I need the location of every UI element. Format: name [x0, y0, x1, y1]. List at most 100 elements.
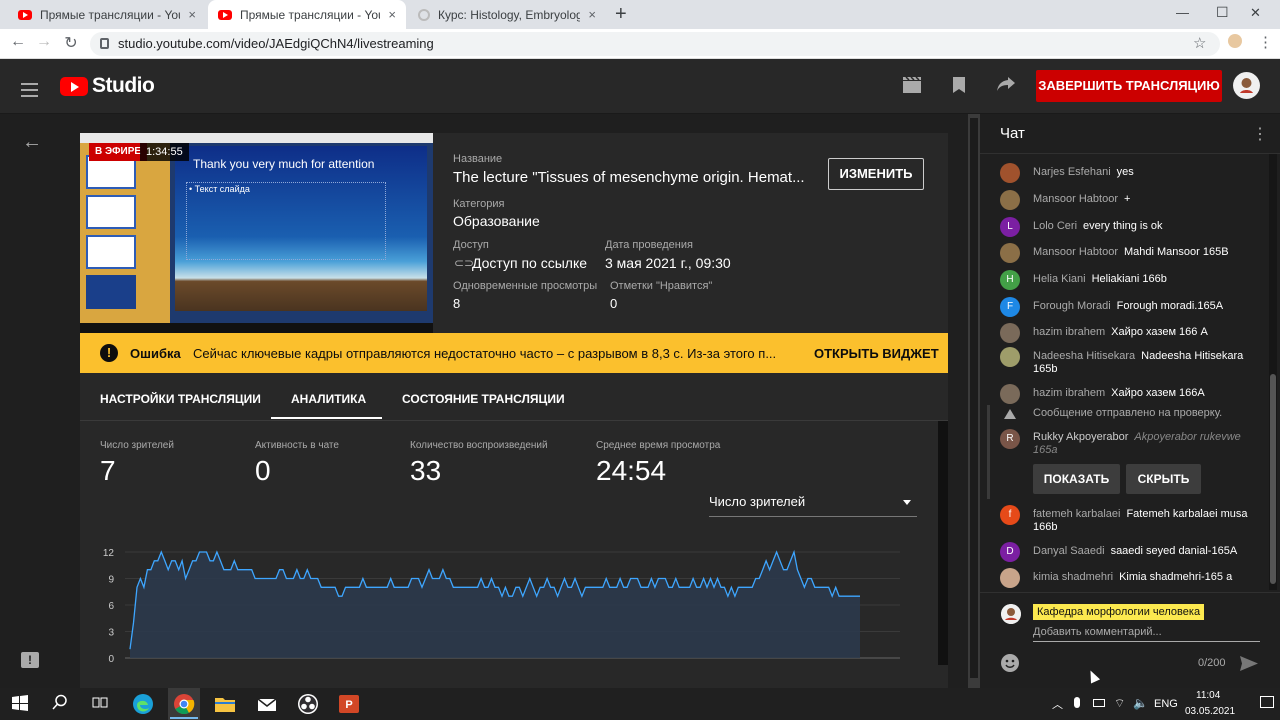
back-arrow-icon[interactable]: ←	[8, 33, 28, 51]
browser-tab-title: Курс: Histology, Embryology, Cyt	[438, 7, 581, 22]
input-underline	[1033, 641, 1260, 642]
microphone-icon[interactable]	[1074, 697, 1080, 708]
maximize-button[interactable]: ☐	[1216, 4, 1229, 21]
tab-stream-settings[interactable]: НАСТРОЙКИ ТРАНСЛЯЦИИ	[100, 392, 261, 406]
clock-date[interactable]: 03.05.2021	[1185, 706, 1235, 717]
new-tab-button[interactable]: +	[615, 3, 627, 26]
held-message: R Rukky Akpoyerabor Akpoyerabor rukevwe 1…	[1000, 428, 1260, 457]
address-bar[interactable]: studio.youtube.com/video/JAEdgiQChN4/liv…	[90, 32, 1220, 56]
avatar: f	[1000, 505, 1020, 525]
comment-input[interactable]: Добавить комментарий...	[1033, 626, 1162, 638]
browser-tab-2[interactable]: Прямые трансляции - YouTube ×	[208, 0, 406, 29]
tab-analytics[interactable]: АНАЛИТИКА	[291, 392, 366, 406]
avatar: D	[1000, 542, 1020, 562]
chat-message: D Danyal Saaedi saaedi seyed danial-165A	[1000, 542, 1260, 562]
author-name: Rukky Akpoyerabor	[1033, 431, 1129, 443]
analytics-scrollbar[interactable]	[938, 421, 948, 665]
chat-scrollbar[interactable]	[1269, 154, 1277, 590]
mail-icon[interactable]	[256, 693, 278, 715]
browser-menu-icon[interactable]: ⋮	[1258, 33, 1273, 51]
category-value: Образование	[453, 213, 540, 229]
edit-button[interactable]: ИЗМЕНИТЬ	[828, 158, 924, 190]
task-view-icon[interactable]	[92, 695, 108, 716]
account-avatar[interactable]	[1233, 72, 1260, 99]
language-indicator[interactable]: ENG	[1154, 698, 1178, 710]
stream-title: The lecture "Tissues of mesenchyme origi…	[453, 169, 805, 186]
studio-logo-text[interactable]: Studio	[92, 74, 155, 98]
tray-chevron-icon[interactable]: ︿	[1052, 696, 1063, 712]
char-counter: 0/200	[1198, 657, 1226, 669]
send-icon[interactable]	[1240, 656, 1258, 676]
back-arrow-icon[interactable]: ←	[22, 131, 42, 154]
channel-name-chip: Кафедра морфологии человека	[1033, 604, 1205, 620]
powerpoint-icon[interactable]: P	[338, 693, 360, 715]
emoji-icon[interactable]	[1001, 654, 1019, 672]
chrome-icon[interactable]	[173, 693, 195, 715]
close-tab-icon[interactable]: ×	[388, 7, 396, 22]
forward-arrow-icon[interactable]: →	[34, 33, 54, 51]
chat-title: Чат	[1000, 125, 1025, 142]
obs-icon[interactable]	[297, 693, 319, 715]
reload-icon[interactable]: ↻	[61, 33, 81, 53]
loading-favicon-icon	[418, 8, 430, 21]
metric-label: Число зрителей	[100, 440, 174, 451]
hide-message-button[interactable]: СКРЫТЬ	[1126, 464, 1201, 494]
y-tick-label: 6	[108, 601, 114, 612]
warning-icon	[1004, 409, 1016, 419]
show-message-button[interactable]: ПОКАЗАТЬ	[1033, 464, 1120, 494]
page-scrollbar[interactable]	[968, 114, 980, 688]
notifications-icon[interactable]	[1260, 696, 1274, 708]
feedback-icon[interactable]: !	[21, 652, 39, 668]
metric-dropdown[interactable]: Число зрителей	[709, 494, 917, 517]
author-name: Mansoor Habtoor	[1033, 246, 1118, 258]
message-text: saaedi seyed danial-165A	[1110, 545, 1238, 557]
message-text: +	[1124, 193, 1131, 205]
end-stream-button[interactable]: ЗАВЕРШИТЬ ТРАНСЛЯЦИЮ	[1036, 70, 1222, 102]
message-text: Mahdi Mansoor 165B	[1124, 246, 1229, 258]
chat-message: H Helia Kiani Heliakiani 166b	[1000, 270, 1260, 290]
author-name: hazim ibrahem	[1033, 326, 1106, 338]
concurrent-value: 8	[453, 296, 461, 311]
bookmark-star-icon[interactable]: ☆	[1193, 34, 1206, 52]
avatar	[1000, 347, 1020, 367]
avatar: L	[1000, 217, 1020, 237]
clock-time[interactable]: 11:04	[1196, 690, 1220, 701]
minimize-button[interactable]: —	[1176, 5, 1189, 20]
windows-start-icon[interactable]	[12, 695, 28, 716]
author-name: kimia shadmehri	[1033, 571, 1114, 583]
viewers-area	[130, 552, 860, 658]
metric-value: 7	[100, 455, 116, 486]
volume-icon[interactable]: 🔈	[1133, 696, 1148, 710]
chat-menu-icon[interactable]: ⋮	[1252, 124, 1268, 144]
author-name: Mansoor Habtoor	[1033, 193, 1118, 205]
chat-message: hazim ibrahem Хайро хазем 166А	[1000, 384, 1260, 404]
close-tab-icon[interactable]: ×	[188, 7, 196, 22]
youtube-logo-icon[interactable]	[60, 77, 88, 96]
y-tick-label: 12	[103, 548, 115, 559]
chat-message: Mansoor Habtoor +	[1000, 190, 1260, 210]
clapperboard-icon[interactable]	[900, 76, 924, 99]
category-label: Категория	[453, 198, 505, 210]
edge-icon[interactable]	[132, 693, 154, 715]
likes-label: Отметки "Нравится"	[610, 280, 713, 292]
close-window-button[interactable]: ✕	[1250, 5, 1261, 21]
browser-tab-3[interactable]: Курс: Histology, Embryology, Cyt ×	[408, 0, 606, 29]
bookmark-icon[interactable]	[947, 76, 971, 99]
avatar: R	[1000, 429, 1020, 449]
share-icon[interactable]	[994, 76, 1018, 97]
search-icon[interactable]	[52, 694, 68, 715]
file-explorer-icon[interactable]	[214, 693, 236, 715]
hamburger-menu-icon[interactable]	[21, 83, 38, 101]
close-tab-icon[interactable]: ×	[588, 7, 596, 22]
extension-icon[interactable]	[1228, 34, 1242, 48]
wifi-icon[interactable]: ⌔	[1114, 696, 1125, 711]
battery-icon[interactable]	[1093, 699, 1105, 707]
metric-label: Количество воспроизведений	[410, 440, 548, 451]
author-name: fatemeh karbalaei	[1033, 508, 1121, 520]
browser-tab-1[interactable]: Прямые трансляции - YouTube ×	[8, 0, 206, 29]
avatar	[1000, 323, 1020, 343]
message-text: Хайро хазем 166А	[1111, 387, 1205, 399]
open-widget-link[interactable]: ОТКРЫТЬ ВИДЖЕТ	[814, 346, 939, 361]
tab-stream-health[interactable]: СОСТОЯНИЕ ТРАНСЛЯЦИИ	[402, 392, 565, 406]
title-label: Название	[453, 153, 503, 165]
